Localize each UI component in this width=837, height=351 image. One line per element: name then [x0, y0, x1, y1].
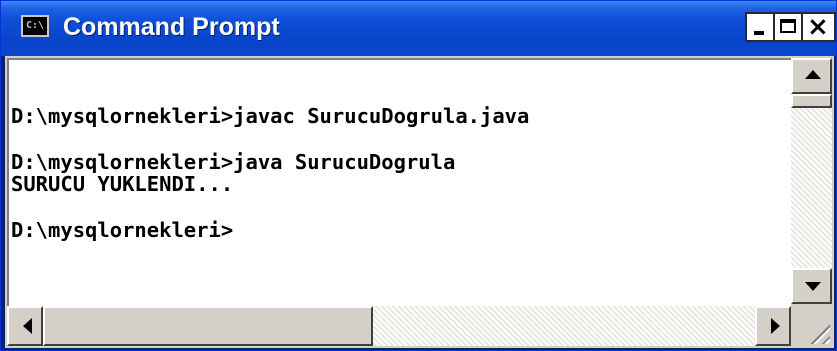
- console-line: D:\mysqlornekleri>java SurucuDogrula: [11, 150, 456, 174]
- vertical-scroll-thumb[interactable]: [791, 94, 832, 108]
- console-line: D:\mysqlornekleri>: [11, 218, 234, 242]
- horizontal-scroll-thumb[interactable]: [43, 306, 373, 346]
- minimize-button[interactable]: [745, 12, 775, 42]
- arrow-up-icon: [805, 70, 821, 79]
- console-app-icon[interactable]: C:\: [21, 15, 49, 37]
- vertical-scrollbar[interactable]: [791, 58, 832, 304]
- scroll-up-button[interactable]: [791, 58, 832, 94]
- scroll-down-button[interactable]: [791, 268, 832, 304]
- resize-grip-icon[interactable]: [791, 306, 832, 346]
- horizontal-scrollbar[interactable]: [7, 306, 791, 346]
- close-icon: ×: [807, 12, 829, 42]
- console-output[interactable]: D:\mysqlornekleri>javac SurucuDogrula.ja…: [7, 58, 791, 306]
- close-button[interactable]: ×: [801, 12, 836, 42]
- title-bar[interactable]: C:\ Command Prompt ×: [1, 1, 836, 56]
- window-title: Command Prompt: [63, 13, 280, 41]
- arrow-down-icon: [805, 282, 821, 291]
- console-line: D:\mysqlornekleri>javac SurucuDogrula.ja…: [11, 104, 530, 128]
- maximize-button[interactable]: [773, 12, 803, 42]
- scroll-left-button[interactable]: [7, 306, 43, 346]
- scroll-right-button[interactable]: [755, 306, 791, 346]
- console-line: SURUCU YUKLENDI...: [11, 172, 234, 196]
- command-prompt-window: C:\ Command Prompt × D:\mysqlornekleri>j…: [0, 0, 837, 351]
- window-client-area: D:\mysqlornekleri>javac SurucuDogrula.ja…: [5, 56, 834, 348]
- arrow-right-icon: [771, 318, 780, 334]
- arrow-left-icon: [23, 318, 32, 334]
